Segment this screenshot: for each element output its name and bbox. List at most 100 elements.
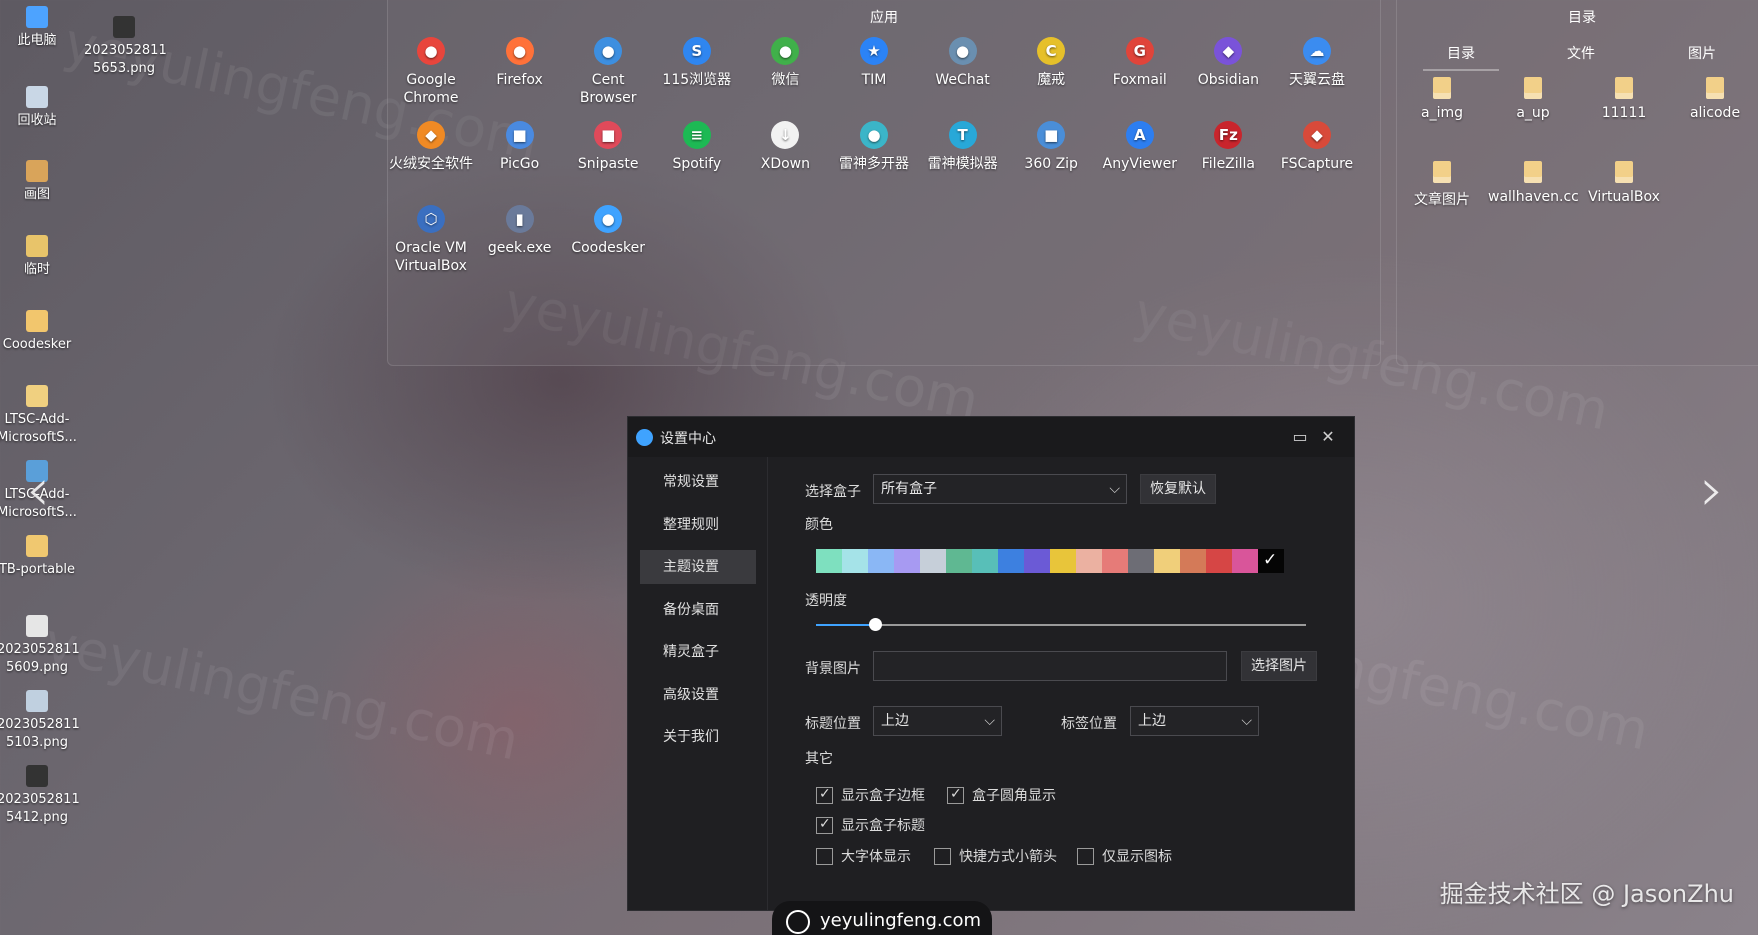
color-swatch[interactable] [998, 549, 1024, 573]
tag-position-dropdown[interactable]: 上边 ⌵ [1130, 706, 1259, 736]
choose-image-button[interactable]: 选择图片 [1241, 651, 1317, 681]
color-swatch[interactable] [1258, 549, 1284, 573]
sidebar-item[interactable]: 整理规则 [640, 508, 756, 542]
color-swatch[interactable] [920, 549, 946, 573]
folder-icon [1615, 161, 1633, 183]
picgo-icon: ■ [505, 121, 534, 149]
folder-item[interactable]: a_img [1397, 77, 1487, 121]
desktop-icon[interactable]: 2023052811 5653.png [84, 16, 167, 78]
next-page-arrow[interactable]: › [1700, 455, 1724, 525]
anyviewer-icon: A [1125, 121, 1154, 149]
app-shortcut[interactable]: ⬡ Oracle VM VirtualBox [386, 205, 476, 275]
desktop-icon[interactable]: Coodesker [0, 310, 77, 354]
app-shortcut[interactable]: S 115浏览器 [652, 37, 742, 89]
folder-item[interactable]: wallhaven.cc [1488, 161, 1579, 205]
sidebar-item[interactable]: 常规设置 [640, 465, 756, 499]
option-checkbox[interactable]: 显示盒子标题 [816, 815, 925, 835]
folder-item[interactable]: alicode [1670, 77, 1758, 121]
app-shortcut[interactable]: A AnyViewer [1095, 121, 1185, 173]
opacity-slider[interactable] [816, 618, 1306, 631]
color-swatch[interactable] [946, 549, 972, 573]
desktop-icon[interactable]: 回收站 [0, 86, 77, 130]
option-checkbox[interactable]: 显示盒子边框 [816, 785, 925, 805]
sidebar-item[interactable]: 关于我们 [640, 720, 756, 754]
folder-item[interactable]: 11111 [1579, 77, 1669, 121]
tab-files[interactable]: 文件 [1567, 43, 1595, 63]
color-swatch[interactable] [972, 549, 998, 573]
app-shortcut[interactable]: ● Firefox [475, 37, 565, 89]
app-shortcut[interactable]: ☁ 天翼云盘 [1272, 37, 1362, 89]
desktop-icon[interactable]: 2023052811 5609.png [0, 615, 80, 677]
close-icon[interactable]: ✕ [1318, 427, 1338, 447]
folder-item[interactable]: 文章图片 [1397, 161, 1487, 209]
color-swatch[interactable] [1180, 549, 1206, 573]
color-swatch[interactable] [1024, 549, 1050, 573]
prev-page-arrow[interactable]: ‹ [26, 455, 50, 525]
360zip-icon: ■ [1037, 121, 1066, 149]
sidebar-item[interactable]: 备份桌面 [640, 593, 756, 627]
app-shortcut[interactable]: ● 微信 [740, 37, 830, 89]
app-shortcut[interactable]: C 魔戒 [1006, 37, 1096, 89]
app-shortcut[interactable]: ● WeChat [918, 37, 1008, 89]
app-shortcut[interactable]: T 雷神模拟器 [918, 121, 1008, 173]
restore-default-button[interactable]: 恢复默认 [1140, 474, 1216, 504]
desktop-icon[interactable]: TB-portable [0, 535, 77, 579]
option-checkbox[interactable]: 大字体显示 [816, 846, 911, 866]
sidebar-item[interactable]: 精灵盒子 [640, 635, 756, 669]
color-swatch[interactable] [1102, 549, 1128, 573]
app-shortcut[interactable]: ↓ XDown [740, 121, 830, 173]
color-swatch[interactable] [1232, 549, 1258, 573]
app-shortcut[interactable]: ★ TIM [829, 37, 919, 89]
select-box-dropdown[interactable]: 所有盒子 ⌵ [873, 474, 1127, 504]
app-shortcut[interactable]: ● Cent Browser [563, 37, 653, 107]
desktop-icon[interactable]: 2023052811 5103.png [0, 690, 80, 752]
app-shortcut[interactable]: ● 雷神多开器 [829, 121, 919, 173]
app-shortcut[interactable]: ■ 360 Zip [1006, 121, 1096, 173]
app-shortcut[interactable]: ≡ Spotify [652, 121, 742, 173]
color-swatch[interactable] [1154, 549, 1180, 573]
option-checkbox[interactable]: 盒子圆角显示 [947, 785, 1056, 805]
app-shortcut[interactable]: ◆ FSCapture [1272, 121, 1362, 173]
opacity-slider-thumb[interactable] [868, 618, 882, 631]
foxmail-icon: G [1125, 37, 1154, 65]
color-swatch[interactable] [842, 549, 868, 573]
title-position-dropdown[interactable]: 上边 ⌵ [873, 706, 1002, 736]
app-shortcut[interactable]: ● Coodesker [563, 205, 653, 257]
color-swatch[interactable] [1076, 549, 1102, 573]
desktop-icon[interactable]: 此电脑 [0, 6, 77, 50]
sidebar-item[interactable]: 高级设置 [640, 678, 756, 712]
option-checkbox[interactable]: 仅显示图标 [1077, 846, 1172, 866]
folder-item[interactable]: a_up [1488, 77, 1578, 121]
color-swatch[interactable] [868, 549, 894, 573]
app-shortcut[interactable]: ● Google Chrome [386, 37, 476, 107]
tab-directory[interactable]: 目录 [1423, 43, 1499, 71]
folder-item[interactable]: VirtualBox [1579, 161, 1669, 205]
sidebar-item[interactable]: 主题设置 [640, 550, 756, 584]
color-swatch[interactable] [816, 549, 842, 573]
desktop-icon[interactable]: 2023052811 5412.png [0, 765, 80, 827]
app-label: Coodesker [571, 240, 646, 256]
app-shortcut[interactable]: ▮ geek.exe [475, 205, 565, 257]
color-swatch[interactable] [1050, 549, 1076, 573]
tab-images[interactable]: 图片 [1688, 43, 1716, 63]
desktop-icon-label: 2023052811 5653.png [84, 43, 167, 76]
app-shortcut[interactable]: Fz FileZilla [1183, 121, 1273, 173]
color-swatch[interactable] [1206, 549, 1232, 573]
option-checkbox[interactable]: 快捷方式小箭头 [934, 846, 1057, 866]
app-shortcut[interactable]: G Foxmail [1095, 37, 1185, 89]
app-label: 微信 [771, 72, 800, 88]
color-swatch[interactable] [894, 549, 920, 573]
feedback-icon[interactable]: ▭ [1290, 427, 1310, 447]
color-swatch[interactable] [1128, 549, 1154, 573]
desktop-icon-label: 临时 [23, 262, 50, 277]
app-label: 火绒安全软件 [389, 156, 473, 172]
app-shortcut[interactable]: ◆ Obsidian [1183, 37, 1273, 89]
bg-image-label: 背景图片 [805, 661, 861, 677]
bg-image-field[interactable] [873, 651, 1227, 681]
app-shortcut[interactable]: ◆ 火绒安全软件 [386, 121, 476, 173]
app-shortcut[interactable]: ■ PicGo [475, 121, 565, 173]
desktop-icon[interactable]: 临时 [0, 235, 77, 279]
desktop-icon[interactable]: LTSC-Add- MicrosoftS... [0, 385, 77, 447]
desktop-icon[interactable]: 画图 [0, 160, 77, 204]
app-shortcut[interactable]: ■ Snipaste [563, 121, 653, 173]
